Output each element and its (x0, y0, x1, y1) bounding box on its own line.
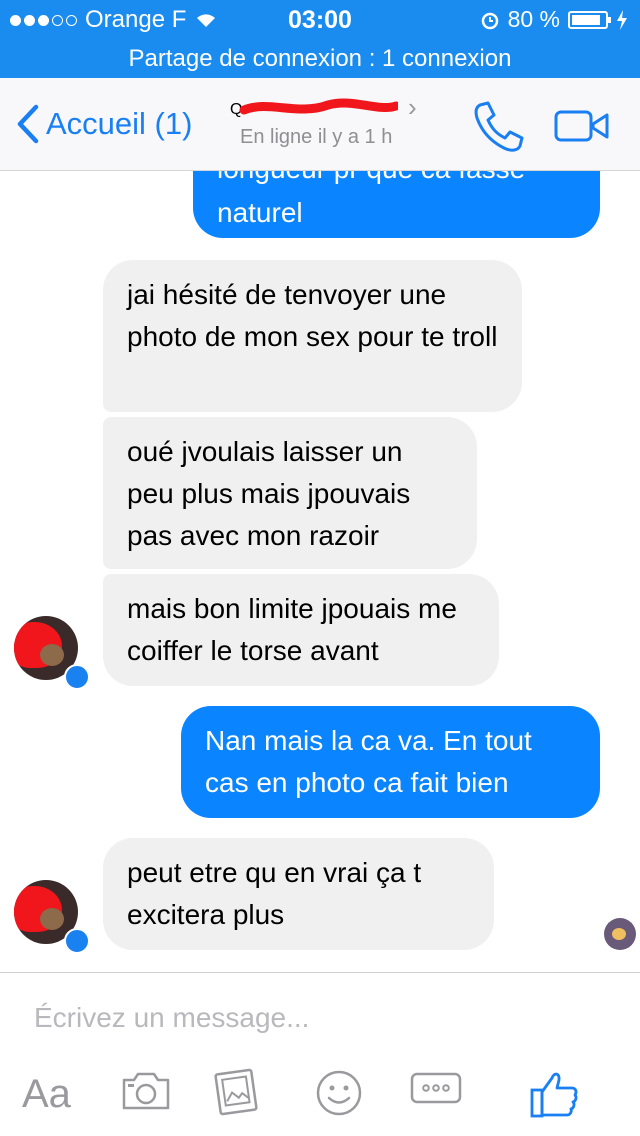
conversation-header: Accueil (1) Q › En ligne il y a 1 h (0, 78, 640, 171)
composer-toolbar: Aa (0, 1050, 640, 1136)
message-bubble-incoming[interactable]: oué jvoulais laisser un peu plus mais jp… (103, 417, 477, 569)
more-icon (410, 1072, 462, 1104)
video-call-button[interactable] (554, 106, 610, 146)
text-tool-button[interactable]: Aa (22, 1068, 82, 1120)
video-camera-icon (554, 110, 609, 142)
message-input[interactable]: Écrivez un message... (34, 1002, 309, 1034)
audio-call-button[interactable] (470, 98, 526, 154)
alarm-icon (481, 12, 498, 29)
message-bubble-incoming[interactable]: peut etre qu en vrai ça t excitera plus (103, 838, 494, 950)
contact-header[interactable]: Q › En ligne il y a 1 h (222, 92, 422, 154)
contact-chevron-icon: › (408, 92, 417, 122)
messenger-badge-icon (64, 928, 90, 954)
battery-percent: 80 % (507, 6, 560, 32)
messenger-badge-icon (64, 664, 90, 690)
status-bar: Orange F 03:00 80 % (0, 0, 640, 40)
battery-icon (568, 10, 611, 29)
emoji-icon (316, 1070, 362, 1116)
contact-name-redacted: Q (230, 98, 398, 118)
emoji-button[interactable] (314, 1068, 374, 1120)
camera-button[interactable] (118, 1068, 178, 1120)
charging-icon (617, 9, 627, 30)
composer-divider (0, 972, 640, 973)
phone-icon (474, 101, 524, 152)
back-button-label: Accueil (1) (46, 106, 193, 141)
message-bubble-outgoing[interactable]: longueur pr que ca fasse naturel (193, 170, 600, 238)
like-icon (530, 1072, 578, 1118)
status-right: 80 % (480, 6, 628, 33)
message-bubble-incoming[interactable]: jai hésité de tenvoyer une photo de mon … (103, 260, 522, 412)
image-icon (214, 1068, 258, 1116)
presence-status: En ligne il y a 1 h (240, 126, 393, 148)
message-bubble-outgoing[interactable]: Nan mais la ca va. En tout cas en photo … (181, 706, 600, 818)
message-thread[interactable]: longueur pr que ca fasse naturel jai hés… (0, 170, 640, 972)
back-button[interactable]: Accueil (1) (16, 104, 192, 144)
like-button[interactable] (528, 1068, 588, 1120)
more-button[interactable] (408, 1068, 468, 1120)
camera-icon (122, 1072, 170, 1110)
gallery-button[interactable] (212, 1068, 272, 1120)
back-chevron-icon (17, 104, 39, 144)
seen-indicator-avatar (604, 918, 636, 950)
message-bubble-incoming[interactable]: mais bon limite jpouais me coiffer le to… (103, 574, 499, 686)
hotspot-banner[interactable]: Partage de connexion : 1 connexion (0, 40, 640, 78)
